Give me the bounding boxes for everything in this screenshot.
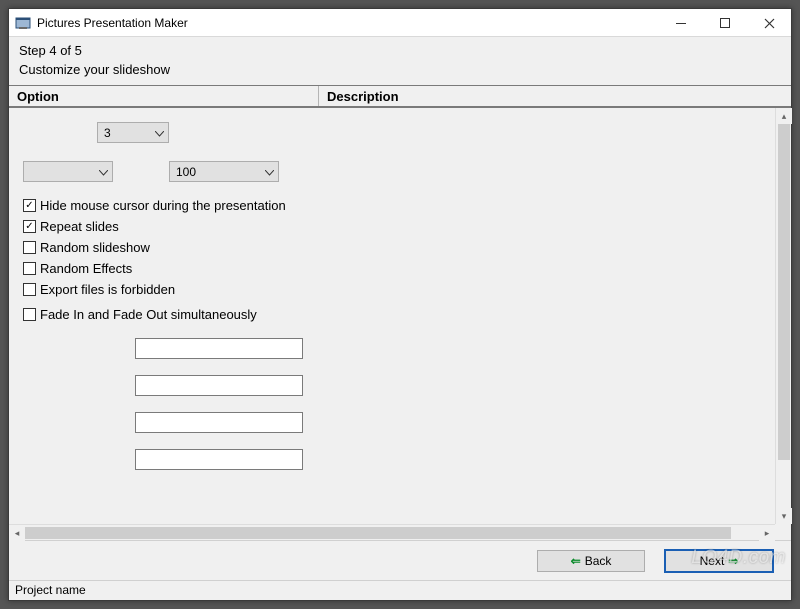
title-bar: Pictures Presentation Maker (9, 9, 791, 37)
checkbox-label: Random slideshow (40, 240, 150, 255)
chevron-down-icon (155, 126, 164, 140)
checkbox-repeat-slides[interactable]: ✓ Repeat slides (9, 219, 769, 234)
checkbox-label: Random Effects (40, 261, 132, 276)
status-text: Project name (15, 583, 86, 597)
options-content: 3 100 (9, 108, 775, 524)
column-headers: Option Description (9, 86, 791, 108)
chevron-down-icon (265, 165, 274, 179)
text-field-4[interactable] (135, 449, 303, 470)
checkbox-icon (23, 283, 36, 296)
text-field-3[interactable] (135, 412, 303, 433)
back-button[interactable]: ⇐ Back (537, 550, 645, 572)
checkbox-label: Export files is forbidden (40, 282, 175, 297)
scroll-corner (775, 524, 791, 540)
step-subtitle: Customize your slideshow (19, 62, 781, 77)
checkbox-icon: ✓ (23, 220, 36, 233)
checkbox-icon (23, 241, 36, 254)
checkbox-label: Fade In and Fade Out simultaneously (40, 307, 257, 322)
checkbox-label: Repeat slides (40, 219, 119, 234)
column-option: Option (9, 86, 319, 106)
status-bar: Project name (9, 580, 791, 600)
minimize-button[interactable] (659, 9, 703, 37)
checkbox-random-effects[interactable]: Random Effects (9, 261, 769, 276)
checkbox-export-forbidden[interactable]: Export files is forbidden (9, 282, 769, 297)
checkbox-fade-simultaneous[interactable]: Fade In and Fade Out simultaneously (9, 307, 769, 322)
window-controls (659, 9, 791, 37)
wizard-nav: ⇐ Back Next ⇒ (9, 540, 791, 580)
scroll-up-icon[interactable]: ▴ (776, 108, 792, 124)
checkbox-random-slideshow[interactable]: Random slideshow (9, 240, 769, 255)
scroll-thumb[interactable] (25, 527, 731, 539)
text-field-1[interactable] (135, 338, 303, 359)
wizard-header: Step 4 of 5 Customize your slideshow (9, 37, 791, 86)
checkbox-label: Hide mouse cursor during the presentatio… (40, 198, 286, 213)
scroll-thumb[interactable] (778, 124, 790, 460)
checkbox-icon (23, 308, 36, 321)
combo-top[interactable]: 3 (97, 122, 169, 143)
app-icon (15, 15, 31, 31)
checkbox-icon: ✓ (23, 199, 36, 212)
horizontal-scrollbar[interactable]: ◂ ▸ (9, 524, 775, 540)
scroll-down-icon[interactable]: ▾ (776, 508, 792, 524)
step-indicator: Step 4 of 5 (19, 43, 781, 58)
arrow-right-icon: ⇒ (728, 554, 738, 568)
arrow-left-icon: ⇐ (571, 554, 581, 568)
next-button[interactable]: Next ⇒ (665, 550, 773, 572)
scroll-left-icon[interactable]: ◂ (9, 525, 25, 541)
column-description: Description (319, 86, 791, 106)
chevron-down-icon (99, 165, 108, 179)
options-panel: 3 100 (9, 108, 791, 540)
vertical-scrollbar[interactable]: ▴ ▾ (775, 108, 791, 524)
combo-left[interactable] (23, 161, 113, 182)
maximize-button[interactable] (703, 9, 747, 37)
window-title: Pictures Presentation Maker (37, 16, 188, 30)
app-window: Pictures Presentation Maker Step 4 of 5 … (8, 8, 792, 601)
checkbox-icon (23, 262, 36, 275)
text-field-2[interactable] (135, 375, 303, 396)
close-button[interactable] (747, 9, 791, 37)
scroll-right-icon[interactable]: ▸ (759, 525, 775, 541)
combo-right[interactable]: 100 (169, 161, 279, 182)
checkbox-hide-cursor[interactable]: ✓ Hide mouse cursor during the presentat… (9, 198, 769, 213)
